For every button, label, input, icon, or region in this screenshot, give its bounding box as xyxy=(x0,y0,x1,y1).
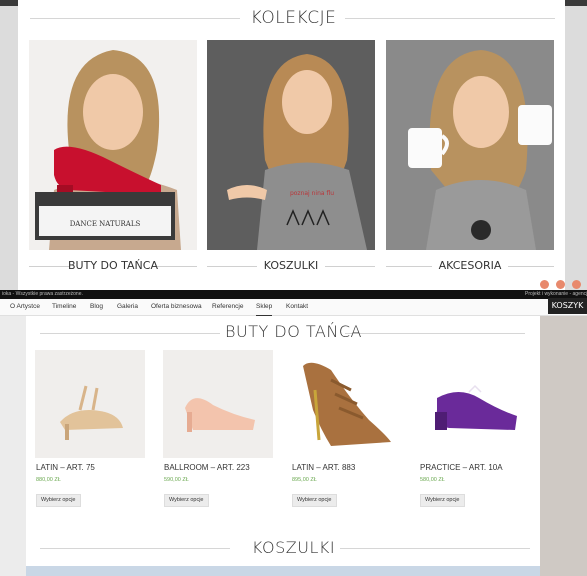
footer-bar xyxy=(0,290,587,299)
collection-card-shirts[interactable]: poznaj nina flu xyxy=(207,40,375,250)
shop-side-left xyxy=(0,316,26,576)
product-name[interactable]: PRACTICE – ART. 10A xyxy=(420,463,503,472)
nav-item-oferta-biznesowa[interactable]: Oferta biznesowa xyxy=(151,299,202,315)
product-price: 895,00 ZŁ xyxy=(292,477,317,483)
cart-button[interactable]: KOSZYK xyxy=(548,298,587,314)
nav-item-blog[interactable]: Blog xyxy=(90,299,103,315)
product-image-latin-75[interactable] xyxy=(35,350,145,458)
nav-item-o-artystce[interactable]: O Artystce xyxy=(10,299,40,315)
choose-options-button[interactable]: Wybierz opcje xyxy=(36,494,81,507)
collections-title: KOLEKCJE xyxy=(250,8,337,28)
choose-options-button[interactable]: Wybierz opcje xyxy=(420,494,465,507)
collection-image-shoes: DANCE NATURALS xyxy=(29,40,197,250)
collection-label-shirts[interactable]: KOSZULKI xyxy=(207,259,375,272)
instagram-icon[interactable] xyxy=(556,280,565,289)
product-image-practice-10a[interactable] xyxy=(419,350,529,458)
collection-label-accessories[interactable]: AKCESORIA xyxy=(386,259,554,272)
nav-item-galeria[interactable]: Galeria xyxy=(117,299,138,315)
facebook-icon[interactable] xyxy=(540,280,549,289)
product-image-latin-883[interactable] xyxy=(291,350,401,458)
collection-label-shoes[interactable]: BUTY DO TAŃCA xyxy=(29,259,197,272)
shop-title: BUTY DO TAŃCA xyxy=(225,322,362,341)
product-name[interactable]: BALLROOM – ART. 223 xyxy=(164,463,250,472)
next-section-preview xyxy=(26,566,540,576)
product-price: 880,00 ZŁ xyxy=(36,477,61,483)
product-name[interactable]: LATIN – ART. 883 xyxy=(292,463,355,472)
collection-card-shoes[interactable]: DANCE NATURALS xyxy=(29,40,197,250)
product-name[interactable]: LATIN – ART. 75 xyxy=(36,463,95,472)
youtube-icon[interactable] xyxy=(572,280,581,289)
nav-item-timeline[interactable]: Timeline xyxy=(52,299,76,315)
collection-image-accessories xyxy=(386,40,554,250)
product-price: 580,00 ZŁ xyxy=(420,477,445,483)
collection-card-accessories[interactable] xyxy=(386,40,554,250)
nav-item-sklep[interactable]: Sklep xyxy=(256,299,273,316)
choose-options-button[interactable]: Wybierz opcje xyxy=(292,494,337,507)
collection-image-shirts: poznaj nina flu xyxy=(207,40,375,250)
main-navigation: O Artystce Timeline Blog Galeria Oferta … xyxy=(0,299,587,316)
nav-item-kontakt[interactable]: Kontakt xyxy=(286,299,308,315)
product-image-ballroom-223[interactable] xyxy=(163,350,273,458)
footer-copyright: ioka - Wszystkie prawa zastrzeżone. xyxy=(2,291,83,297)
shop-side-right xyxy=(540,316,587,576)
choose-options-button[interactable]: Wybierz opcje xyxy=(164,494,209,507)
shirt-print-text: poznaj nina flu xyxy=(290,190,334,197)
box-brand-text: DANCE NATURALS xyxy=(70,220,141,228)
shirts-section-title: KOSZULKI xyxy=(251,538,336,557)
product-price: 590,00 ZŁ xyxy=(164,477,189,483)
nav-item-referencje[interactable]: Referencje xyxy=(212,299,243,315)
